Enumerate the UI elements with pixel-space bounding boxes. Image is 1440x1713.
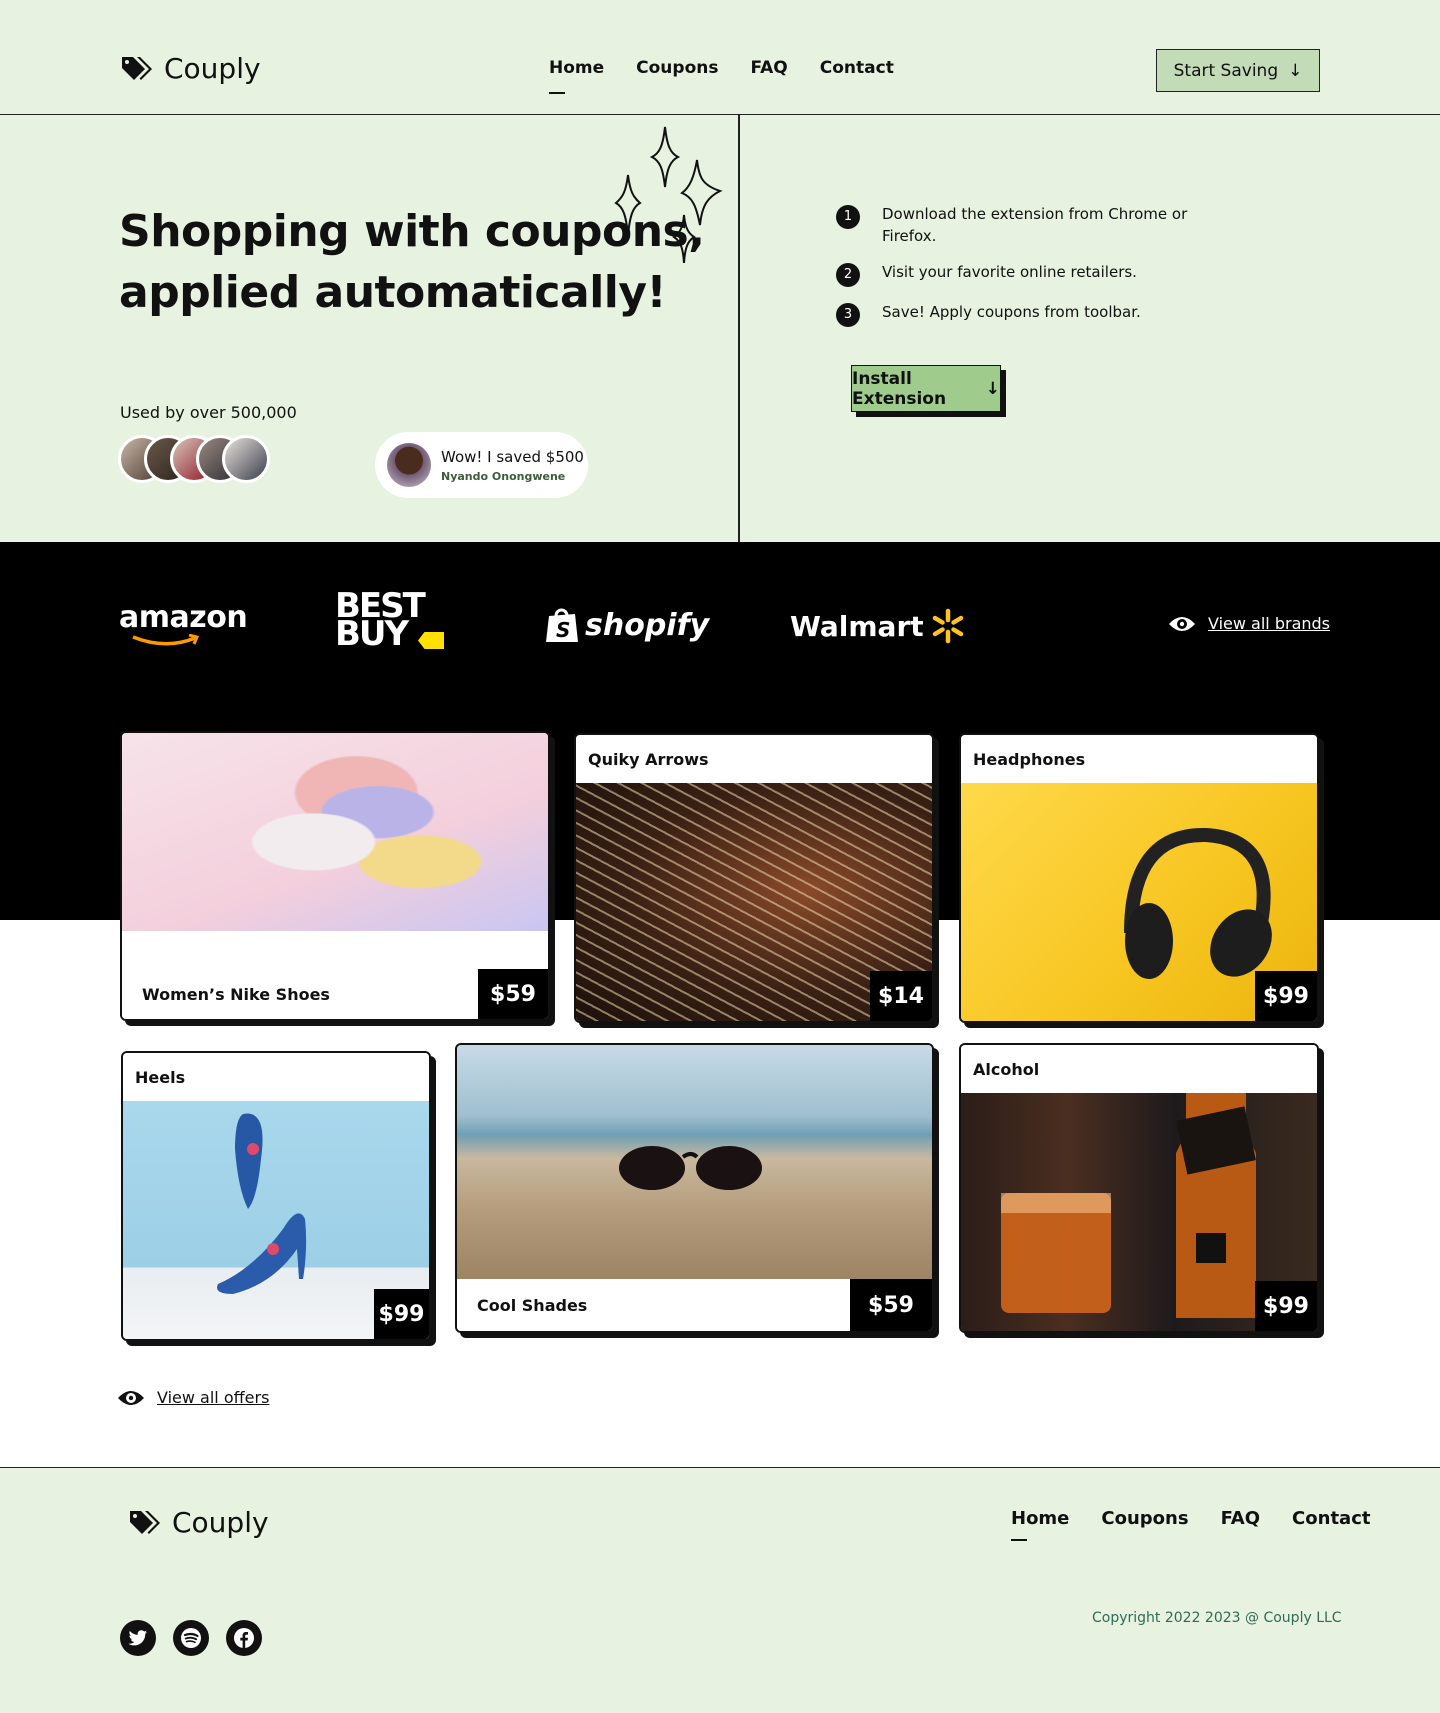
nav-contact[interactable]: Contact <box>820 58 894 78</box>
spotify-icon[interactable] <box>173 1620 209 1656</box>
brand-name: Couply <box>164 52 261 85</box>
brand-shopify[interactable]: S shopify <box>545 606 709 644</box>
product-title: Headphones <box>961 735 1317 783</box>
nav-faq[interactable]: FAQ <box>750 58 787 78</box>
shopify-logo-text: shopify <box>585 607 710 643</box>
product-title: Quiky Arrows <box>576 735 932 783</box>
step-number: 2 <box>836 263 860 287</box>
svg-text:S: S <box>556 618 570 642</box>
product-title: Alcohol <box>961 1045 1317 1093</box>
product-card[interactable]: Women’s Nike Shoes $59 <box>120 731 550 1021</box>
whisky-illustration <box>1001 1093 1256 1318</box>
nav-coupons[interactable]: Coupons <box>636 58 718 78</box>
headphones-illustration <box>1124 827 1272 979</box>
product-price: $59 <box>478 969 548 1019</box>
product-price: $14 <box>870 971 932 1021</box>
step-text: Save! Apply coupons from toolbar. <box>882 303 1141 321</box>
price-tag-icon <box>122 56 152 80</box>
testimonial-bubble: Wow! I saved $500 Nyando Onongwene <box>375 432 588 498</box>
testimonial-quote: Wow! I saved $500 <box>441 447 584 466</box>
footer-logo[interactable]: Couply <box>128 1506 269 1539</box>
users-count: Used by over 500,000 <box>120 403 297 422</box>
product-card[interactable]: Headphones $99 <box>959 733 1319 1023</box>
amazon-smile-icon <box>132 634 200 646</box>
heels-illustration <box>217 1113 307 1294</box>
view-all-offers-label: View all offers <box>157 1388 270 1407</box>
avatar-stack <box>118 435 278 485</box>
steps-list: 1 Download the extension from Chrome or … <box>836 203 1216 341</box>
footer-nav: Home Coupons FAQ Contact <box>1011 1508 1370 1541</box>
footer-nav-contact[interactable]: Contact <box>1292 1508 1370 1529</box>
amazon-logo-text: amazon <box>119 600 248 635</box>
social-links <box>120 1620 262 1656</box>
view-all-offers-link[interactable]: View all offers <box>117 1388 269 1407</box>
step-item: 1 Download the extension from Chrome or … <box>836 203 1216 247</box>
eye-icon <box>118 1390 144 1405</box>
product-card[interactable]: Cool Shades $59 <box>455 1043 934 1333</box>
install-label: Install Extension <box>852 368 947 409</box>
start-saving-button[interactable]: Start Saving ↓ <box>1156 49 1320 92</box>
view-all-brands-label: View all brands <box>1208 614 1331 633</box>
site-footer: Couply Home Coupons FAQ Contact Copyrigh… <box>0 1467 1440 1713</box>
brand-amazon[interactable]: amazon <box>119 600 248 646</box>
install-extension-button[interactable]: Install Extension ↓ <box>851 365 1001 412</box>
arrow-down-icon: ↓ <box>985 378 1000 399</box>
avatar <box>222 435 270 483</box>
step-text: Visit your favorite online retailers. <box>882 263 1137 281</box>
footer-nav-faq[interactable]: FAQ <box>1221 1508 1260 1529</box>
step-number: 3 <box>836 303 860 327</box>
hero-divider <box>738 115 740 542</box>
sunglasses-illustration <box>619 1146 762 1190</box>
copyright-text: Copyright 2022 2023 @ Couply LLC <box>1092 1610 1342 1626</box>
product-card[interactable]: Alcohol $99 <box>959 1043 1319 1333</box>
footer-brand-name: Couply <box>172 1506 269 1539</box>
product-card[interactable]: Quiky Arrows $14 <box>574 733 934 1023</box>
testimonial-author: Nyando Onongwene <box>441 469 566 483</box>
product-image <box>122 733 548 931</box>
step-item: 3 Save! Apply coupons from toolbar. <box>836 301 1216 327</box>
brand-walmart[interactable]: Walmart <box>790 608 966 644</box>
footer-nav-coupons[interactable]: Coupons <box>1101 1508 1188 1529</box>
hero-section: Shopping with coupons, applied automatic… <box>0 115 1440 542</box>
product-title: Heels <box>123 1053 429 1101</box>
avatar <box>387 443 431 487</box>
step-number: 1 <box>836 205 860 229</box>
logo[interactable]: Couply <box>120 52 261 85</box>
product-price: $99 <box>374 1289 429 1339</box>
product-image <box>457 1045 932 1281</box>
product-title: Women’s Nike Shoes <box>122 969 478 1019</box>
view-all-brands-link[interactable]: View all brands <box>1168 614 1330 633</box>
arrow-down-icon: ↓ <box>1288 60 1303 81</box>
nav-home[interactable]: Home <box>549 58 604 94</box>
footer-nav-home[interactable]: Home <box>1011 1508 1069 1541</box>
shopify-bag-icon: S <box>546 608 578 642</box>
brand-bestbuy[interactable]: BEST BUY <box>335 589 447 654</box>
facebook-icon[interactable] <box>226 1620 262 1656</box>
product-card[interactable]: Heels $99 <box>121 1051 431 1341</box>
main-nav: Home Coupons FAQ Contact <box>549 58 894 94</box>
step-item: 2 Visit your favorite online retailers. <box>836 261 1216 287</box>
product-price: $59 <box>850 1279 932 1331</box>
step-text: Download the extension from Chrome or Fi… <box>882 205 1188 245</box>
twitter-icon[interactable] <box>120 1620 156 1656</box>
walmart-logo-text: Walmart <box>790 609 924 643</box>
start-saving-label: Start Saving <box>1173 60 1279 81</box>
product-price: $99 <box>1255 971 1317 1021</box>
eye-icon <box>1169 616 1195 631</box>
headline-line-2: applied automatically! <box>119 267 667 318</box>
site-header: Couply Home Coupons FAQ Contact Start Sa… <box>0 0 1440 115</box>
sparkles-icon <box>614 126 723 264</box>
product-price: $99 <box>1255 1281 1317 1331</box>
walmart-spark-icon <box>932 608 963 644</box>
price-tag-icon <box>130 1510 160 1534</box>
product-title: Cool Shades <box>457 1279 852 1331</box>
